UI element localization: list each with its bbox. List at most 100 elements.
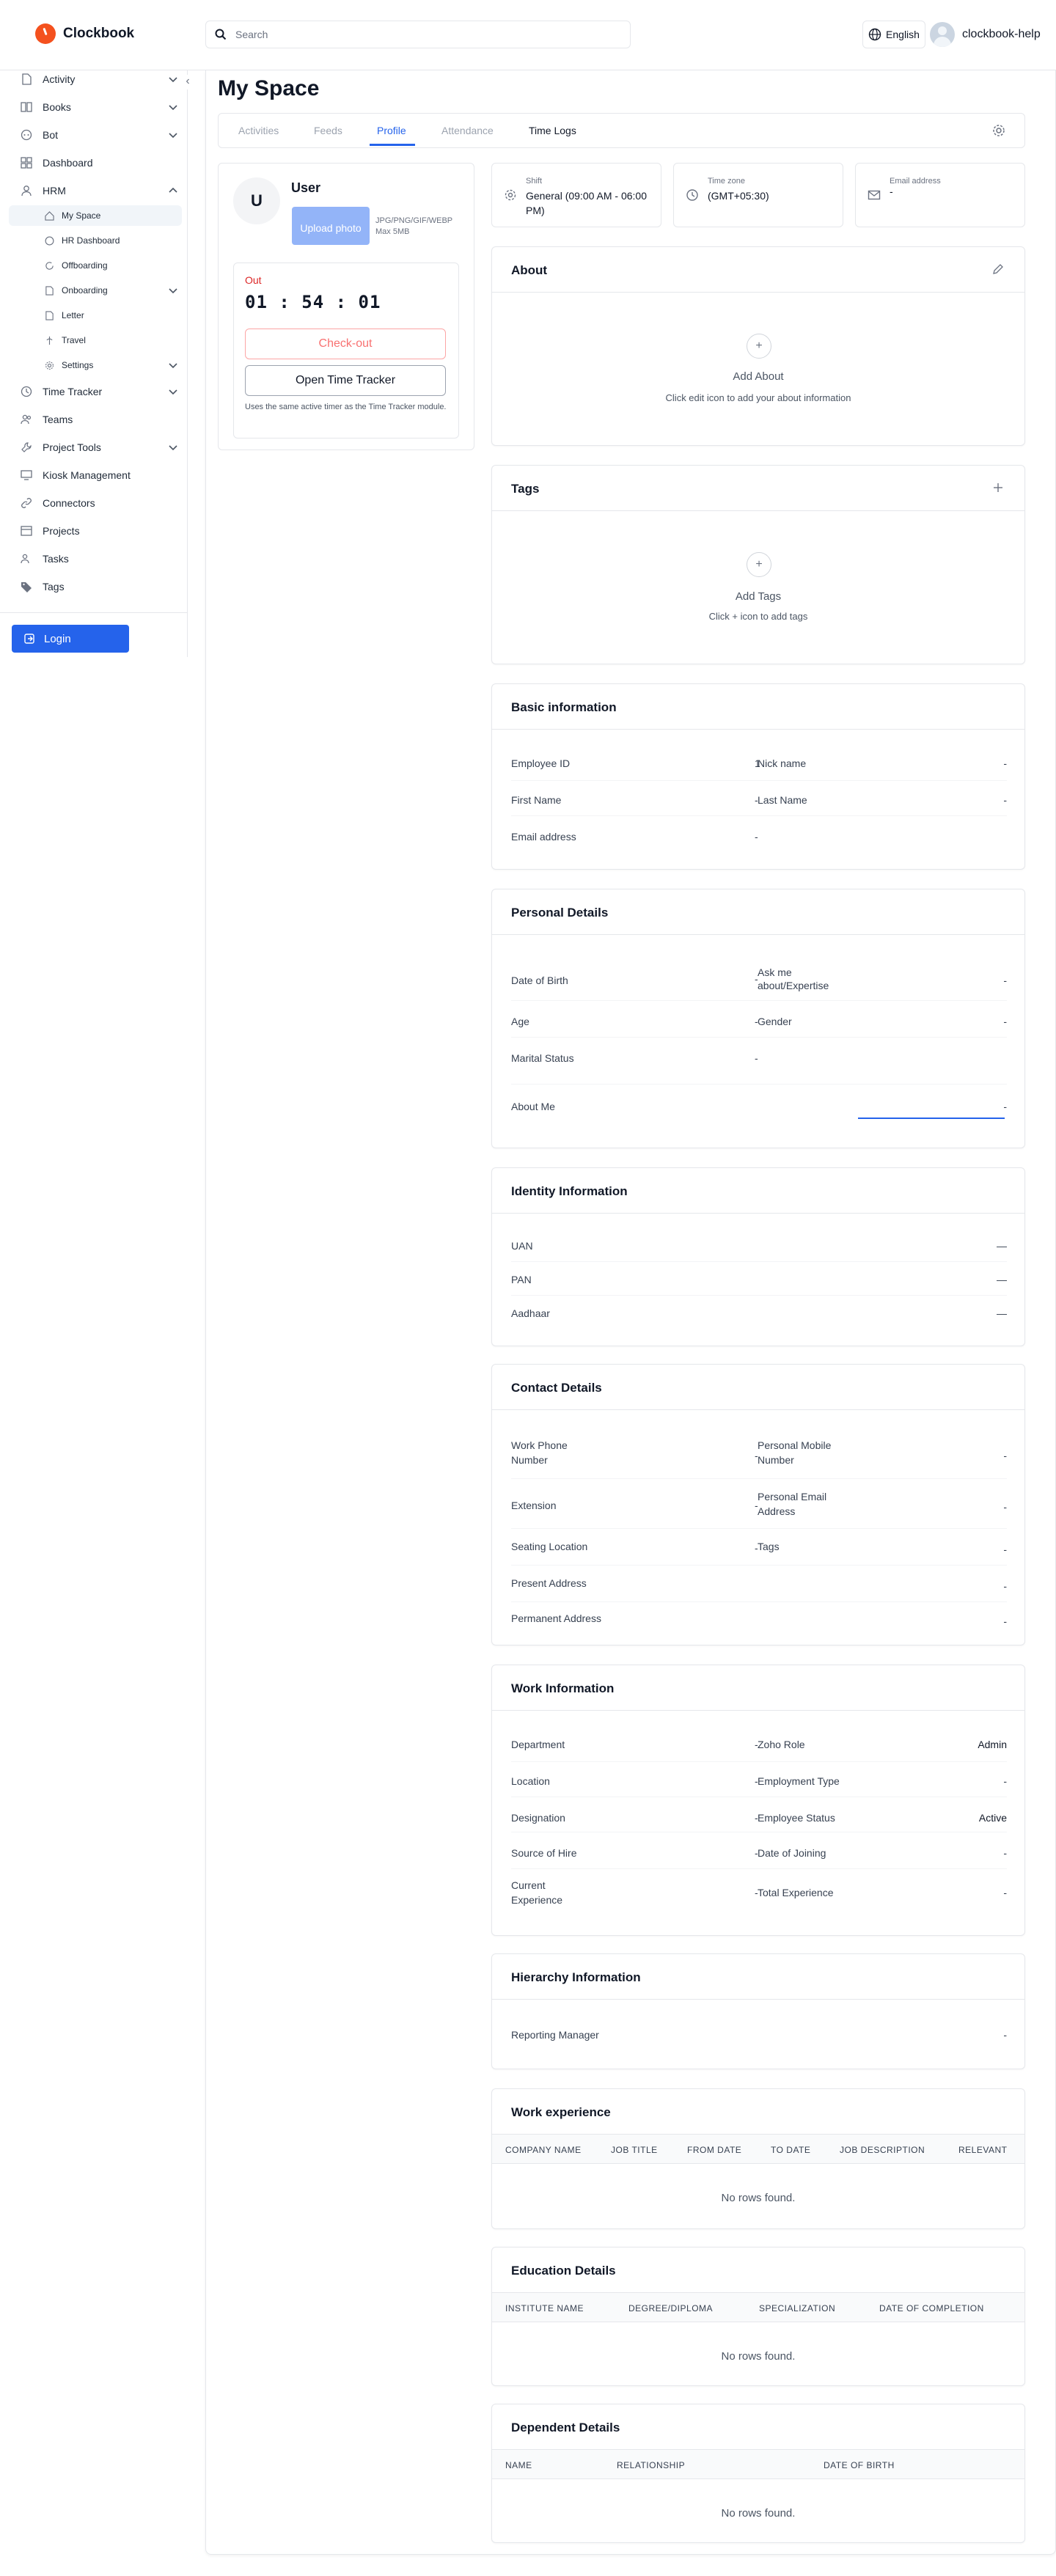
chevron-down-icon[interactable] (167, 101, 179, 113)
tab-time-logs[interactable]: Time Logs (529, 125, 576, 136)
section-header: Personal Details (492, 889, 1024, 935)
sidebar-subitem-my-space[interactable]: My Space (9, 205, 182, 226)
chevron-down-icon[interactable] (167, 73, 179, 85)
field-row: Email address - (511, 818, 1007, 851)
field-row: About Me - (511, 1086, 1007, 1130)
tab-feeds[interactable]: Feeds (314, 125, 342, 136)
books-icon (21, 101, 32, 113)
total-experience-value: - (1003, 1887, 1007, 1898)
sidebar-subitem-settings[interactable]: Settings (9, 355, 182, 375)
gear-icon (44, 360, 54, 370)
chevron-down-icon[interactable] (167, 285, 179, 296)
search-input[interactable] (235, 29, 621, 40)
timer-note: Uses the same active timer as the Time T… (245, 403, 447, 411)
sidebar-item-label: Connectors (43, 497, 95, 509)
empty-subtitle: Click + icon to add tags (708, 611, 808, 622)
login-button[interactable]: Login (12, 625, 129, 653)
about-section: About + Add About Click edit icon to add… (491, 246, 1025, 446)
table-header: INSTITUTE NAME DEGREE/DIPLOMA SPECIALIZA… (492, 2293, 1024, 2322)
employment-type-value: - (1003, 1775, 1007, 1787)
sidebar-item-projects[interactable]: Projects (9, 519, 182, 543)
sidebar-item-label: Project Tools (43, 441, 101, 453)
column-header: COMPANY NAME (505, 2145, 582, 2155)
section-title: About (511, 263, 548, 277)
page-title: My Space (218, 76, 320, 100)
add-tag-icon[interactable]: + (747, 552, 771, 577)
monitor-icon (21, 469, 32, 481)
sidebar-item-label: Bot (43, 129, 59, 141)
user-menu[interactable]: clockbook-help (930, 21, 1041, 48)
tab-attendance[interactable]: Attendance (441, 125, 494, 136)
uan-value: — (997, 1240, 1007, 1252)
present-address-value: - (1003, 1580, 1007, 1592)
empty-table-message: No rows found. (721, 2350, 796, 2363)
sidebar-divider (0, 612, 188, 613)
search-box[interactable] (205, 21, 631, 48)
uan-label: UAN (511, 1240, 533, 1252)
upload-photo-button[interactable]: Upload photo (292, 207, 370, 245)
checkout-button[interactable]: Check-out (245, 329, 446, 359)
gear-icon[interactable] (991, 123, 1006, 138)
sidebar-item-label: Dashboard (43, 157, 93, 169)
reporting-manager-value: - (1003, 2029, 1007, 2041)
open-time-tracker-button[interactable]: Open Time Tracker (245, 365, 446, 396)
avatar: U (233, 177, 280, 224)
sidebar-item-teams[interactable]: Teams (9, 408, 182, 431)
sidebar-item-activity[interactable]: Activity (9, 67, 182, 91)
sidebar-item-label: Tasks (43, 553, 69, 565)
field-row: Department - Zoho Role Admin (511, 1728, 1007, 1762)
chevron-down-icon[interactable] (167, 386, 179, 397)
sidebar-collapse-icon[interactable]: ‹ (182, 75, 194, 89)
sidebar-item-dashboard[interactable]: Dashboard (9, 151, 182, 175)
app-logo[interactable]: Clockbook (35, 23, 134, 44)
chevron-down-icon[interactable] (167, 129, 179, 141)
column-header: JOB DESCRIPTION (840, 2145, 925, 2155)
sidebar-item-time-tracker[interactable]: Time Tracker (9, 380, 182, 403)
sidebar-item-hrm[interactable]: HRM (9, 179, 182, 202)
gender-value: - (1003, 1016, 1007, 1027)
chevron-up-icon[interactable] (167, 185, 179, 197)
dob-label: Date of Birth (511, 975, 568, 986)
sidebar-subitem-onboarding[interactable]: Onboarding (9, 280, 182, 301)
sidebar-subitem-label: Travel (62, 335, 86, 345)
edit-icon[interactable] (992, 263, 1004, 275)
sidebar-item-books[interactable]: Books (9, 95, 182, 119)
chevron-down-icon[interactable] (167, 359, 179, 371)
present-address-label: Present Address (511, 1577, 587, 1589)
sidebar-item-bot[interactable]: Bot (9, 123, 182, 147)
permanent-address-label: Permanent Address (511, 1612, 601, 1624)
sidebar-item-connectors[interactable]: Connectors (9, 491, 182, 515)
section-header: Tags (492, 466, 1024, 511)
sidebar-subitem-hr-dashboard[interactable]: HR Dashboard (9, 230, 182, 251)
section-title: Work Information (511, 1681, 615, 1695)
expertise-value: - (1003, 975, 1007, 986)
sidebar-item-kiosk-management[interactable]: Kiosk Management (9, 463, 182, 487)
employee-status-label: Employee Status (758, 1812, 835, 1824)
personal-mobile-value: - (1003, 1450, 1007, 1461)
add-about-icon[interactable]: + (747, 334, 771, 359)
language-selector[interactable]: English (862, 21, 925, 48)
timezone-value: (GMT+05:30) (708, 190, 769, 202)
column-header: DEGREE/DIPLOMA (628, 2303, 714, 2313)
sidebar-subitem-letter[interactable]: Letter (9, 305, 182, 326)
sidebar-item-tags[interactable]: Tags (9, 575, 182, 598)
upload-size-hint: Max 5MB (375, 227, 410, 236)
tab-profile[interactable]: Profile (377, 125, 406, 136)
plus-icon[interactable] (992, 482, 1004, 493)
sidebar-item-project-tools[interactable]: Project Tools (9, 436, 182, 459)
expertise-label: Ask me about/Expertise (758, 966, 829, 991)
department-label: Department (511, 1739, 565, 1750)
link-icon (21, 497, 32, 509)
timezone-label: Time zone (708, 177, 745, 186)
field-row: Date of Birth - Ask me about/Expertise - (511, 953, 1007, 1001)
section-title: Contact Details (511, 1381, 602, 1395)
sidebar-item-tasks[interactable]: Tasks (9, 547, 182, 570)
tab-activities[interactable]: Activities (238, 125, 279, 136)
about-me-input-underline[interactable] (858, 1118, 1005, 1119)
field-row: Present Address - (511, 1567, 1007, 1602)
sidebar-item-label: HRM (43, 185, 66, 197)
chevron-down-icon[interactable] (167, 441, 179, 453)
sidebar-subitem-offboarding[interactable]: Offboarding (9, 255, 182, 276)
marital-status-label: Marital Status (511, 1052, 574, 1064)
sidebar-subitem-travel[interactable]: Travel (9, 330, 182, 351)
